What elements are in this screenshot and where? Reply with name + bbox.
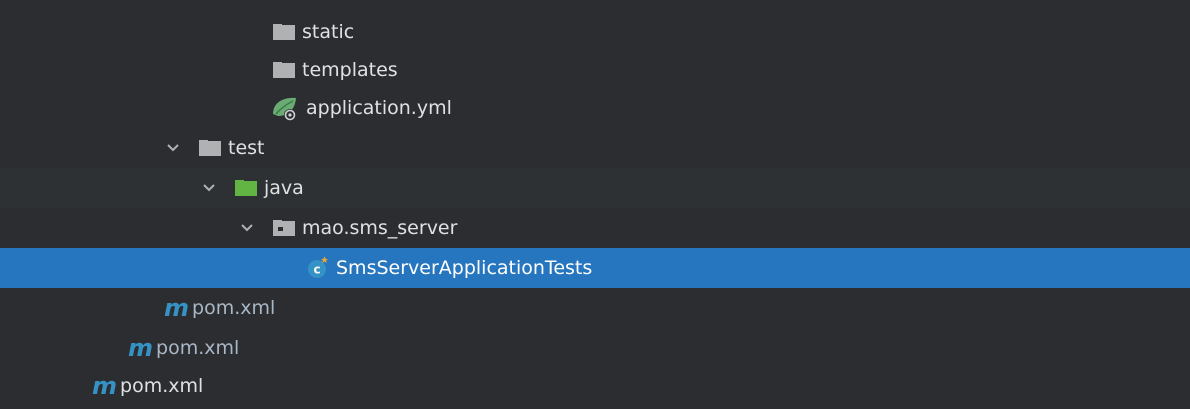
chevron-down-icon[interactable] bbox=[160, 128, 186, 168]
package-icon bbox=[272, 219, 296, 237]
spring-leaf-icon bbox=[270, 94, 300, 122]
folder-icon bbox=[272, 23, 296, 41]
tree-item-pom-xml[interactable]: m pom.xml bbox=[0, 328, 1190, 368]
tree-item-static[interactable]: static bbox=[0, 12, 1190, 52]
tree-item-label: pom.xml bbox=[120, 375, 204, 397]
tree-item-pom-xml[interactable]: m pom.xml bbox=[0, 366, 1190, 406]
tree-item-pom-xml[interactable]: m pom.xml bbox=[0, 288, 1190, 328]
svg-text:c: c bbox=[313, 263, 320, 277]
tree-item-label: java bbox=[264, 177, 304, 199]
tree-item-templates[interactable]: templates bbox=[0, 50, 1190, 90]
tree-item-label: static bbox=[302, 21, 355, 43]
chevron-down-icon[interactable] bbox=[196, 168, 222, 208]
tree-item-label: pom.xml bbox=[156, 337, 240, 359]
tree-item-application-yml[interactable]: application.yml bbox=[0, 88, 1190, 128]
java-class-icon: c bbox=[306, 256, 330, 280]
maven-m-icon: m bbox=[92, 372, 117, 400]
tree-item-label: templates bbox=[302, 59, 398, 81]
tree-item-label: mao.sms_server bbox=[302, 217, 458, 239]
tree-item-label: pom.xml bbox=[192, 297, 276, 319]
project-tree: static templates application.yml test ja… bbox=[0, 0, 1190, 409]
chevron-down-icon[interactable] bbox=[234, 208, 260, 248]
test-folder-icon bbox=[234, 179, 258, 197]
tree-item-label: test bbox=[228, 137, 265, 159]
maven-m-icon: m bbox=[164, 294, 189, 322]
folder-icon bbox=[272, 61, 296, 79]
tree-item-sms-server-application-tests[interactable]: c SmsServerApplicationTests bbox=[0, 248, 1190, 288]
folder-icon bbox=[198, 139, 222, 157]
tree-item-label: application.yml bbox=[306, 97, 452, 119]
tree-item-java[interactable]: java bbox=[0, 168, 1190, 208]
tree-item-label: SmsServerApplicationTests bbox=[336, 257, 593, 279]
maven-m-icon: m bbox=[128, 334, 153, 362]
tree-item-mao-sms-server[interactable]: mao.sms_server bbox=[0, 208, 1190, 248]
tree-item-test[interactable]: test bbox=[0, 128, 1190, 168]
